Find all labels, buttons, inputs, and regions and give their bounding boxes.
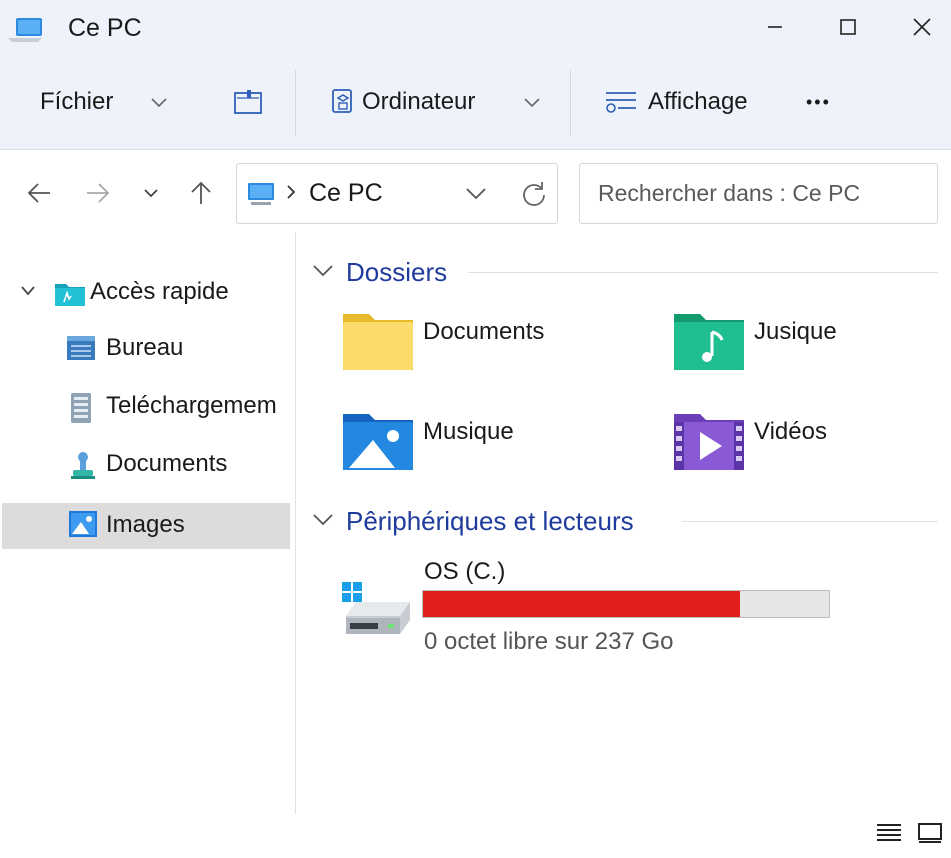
drive-name: OS (C.)	[424, 558, 506, 585]
chevron-down-icon[interactable]	[20, 284, 36, 302]
details-view-icon[interactable]	[876, 822, 904, 846]
drive-usage-fill	[423, 591, 740, 617]
folder-documents[interactable]: Documents	[341, 310, 621, 380]
minimize-button[interactable]	[755, 12, 795, 42]
pictures-folder-icon	[341, 410, 415, 472]
chevron-down-icon[interactable]	[523, 82, 541, 122]
section-divider	[468, 272, 938, 273]
command-bar: Fíchier Ordinateur Affichage •••	[0, 58, 951, 150]
section-title: Pêriphériques et lecteurs	[346, 505, 634, 536]
title-bar: Ce PC	[0, 0, 951, 58]
tiles-view-icon[interactable]	[917, 822, 945, 846]
computer-icon	[330, 88, 356, 116]
section-divider	[682, 521, 938, 522]
status-bar	[0, 814, 951, 858]
folder-music[interactable]: Jusique	[672, 310, 951, 380]
documents-folder-icon	[341, 310, 415, 372]
recent-locations-icon[interactable]	[136, 178, 166, 208]
more-options-button[interactable]: •••	[806, 82, 831, 122]
refresh-icon[interactable]	[521, 180, 547, 213]
sidebar-item-label: Accès rapide	[90, 278, 229, 305]
folder-label: Documents	[423, 318, 545, 345]
back-arrow-icon[interactable]	[24, 178, 54, 208]
search-input[interactable]: Rechercher dans : Ce PC	[579, 163, 938, 224]
close-button[interactable]	[902, 12, 942, 42]
pc-icon	[247, 181, 275, 212]
music-folder-icon	[672, 310, 746, 372]
rename-icon[interactable]	[233, 82, 263, 122]
breadcrumb-chevron-icon[interactable]	[285, 184, 297, 205]
view-menu-button[interactable]: Affichage	[604, 82, 748, 122]
sidebar-item-quick-access[interactable]: Accès rapide	[2, 270, 290, 316]
sidebar-item-label: Teléchargemem	[106, 392, 277, 419]
search-placeholder: Rechercher dans : Ce PC	[598, 180, 861, 206]
quick-access-folder-icon	[54, 278, 85, 308]
maximize-button[interactable]	[828, 12, 868, 42]
devices-section-header[interactable]: Pêriphériques et lecteurs	[312, 501, 634, 541]
address-bar[interactable]: Ce PC	[236, 163, 558, 224]
breadcrumb[interactable]: Ce PC	[309, 179, 383, 208]
drive-free-space: 0 octet libre sur 237 Go	[424, 628, 674, 655]
sidebar-item-documents[interactable]: Documents	[2, 442, 290, 488]
sidebar-item-desktop[interactable]: Bureau	[2, 326, 290, 372]
view-icon	[604, 89, 638, 115]
toolbar-separator	[570, 70, 571, 136]
chevron-down-icon[interactable]	[465, 186, 487, 205]
folders-section-header[interactable]: Dossiers	[312, 252, 447, 292]
view-menu-label: Affichage	[648, 88, 748, 115]
sidebar-item-label: Bureau	[106, 334, 184, 361]
sidebar-item-label: Documents	[106, 450, 228, 477]
chevron-down-icon[interactable]	[312, 263, 334, 282]
navigation-pane: Accès rapide Bureau Teléchargemem Docume…	[0, 232, 296, 814]
drive-usage-bar	[422, 590, 830, 618]
drive-icon	[340, 580, 412, 636]
sidebar-item-downloads[interactable]: Teléchargemem	[2, 384, 290, 430]
file-menu-button[interactable]: Fíchier	[40, 82, 113, 122]
pc-icon	[6, 16, 44, 44]
documents-icon	[70, 450, 100, 480]
folder-videos[interactable]: Vidéos	[672, 410, 951, 480]
videos-folder-icon	[672, 410, 746, 472]
up-arrow-icon[interactable]	[186, 178, 216, 208]
computer-menu-label: Ordinateur	[362, 88, 476, 115]
folder-label: Jusique	[754, 318, 837, 345]
chevron-down-icon[interactable]	[150, 82, 168, 122]
forward-arrow-icon[interactable]	[83, 178, 113, 208]
content-pane: Dossiers Documents Jusique Musique Vidéo…	[296, 232, 951, 814]
downloads-icon	[68, 392, 98, 423]
window-title: Ce PC	[68, 14, 142, 42]
section-title: Dossiers	[346, 256, 448, 287]
toolbar-separator	[295, 70, 296, 136]
navigation-bar: Ce PC Rechercher dans : Ce PC	[0, 150, 951, 232]
sidebar-item-label: Images	[106, 511, 185, 538]
folder-label: Musique	[423, 418, 514, 445]
folder-label: Vidéos	[754, 418, 827, 445]
pictures-icon	[68, 509, 98, 539]
computer-menu-button[interactable]: Ordinateur	[330, 82, 475, 122]
desktop-icon	[66, 334, 96, 364]
chevron-down-icon[interactable]	[312, 512, 334, 531]
folder-pictures[interactable]: Musique	[341, 410, 621, 480]
sidebar-item-pictures[interactable]: Images	[2, 503, 290, 549]
drive-os-c[interactable]: OS (C.) 0 octet libre sur 237 Go	[336, 554, 856, 664]
